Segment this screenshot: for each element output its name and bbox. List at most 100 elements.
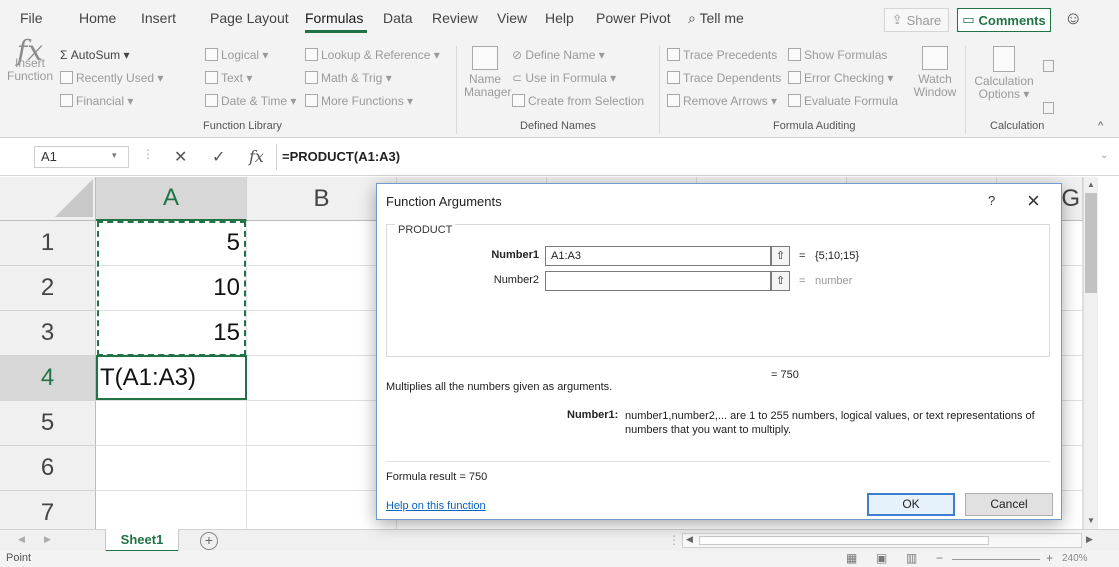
autosum-button[interactable]: Σ AutoSum ▾ bbox=[60, 48, 130, 62]
more-functions-button[interactable]: More Functions ▾ bbox=[305, 94, 413, 108]
cell-b4[interactable] bbox=[247, 356, 397, 401]
cell-a1[interactable]: 5 bbox=[96, 221, 247, 266]
trace-precedents-button[interactable]: Trace Precedents bbox=[667, 48, 777, 62]
define-name-button[interactable]: ⊘ Define Name ▾ bbox=[512, 48, 605, 62]
show-formulas-button[interactable]: Show Formulas bbox=[788, 48, 887, 62]
cell-a3[interactable]: 15 bbox=[96, 311, 247, 356]
expand-formula-bar-icon[interactable]: ⌄ bbox=[1100, 150, 1108, 161]
page-break-view-icon[interactable]: ▥ bbox=[906, 551, 917, 565]
page-layout-view-icon[interactable]: ▣ bbox=[876, 551, 887, 565]
financial-button[interactable]: Financial ▾ bbox=[60, 94, 133, 108]
cell-b1[interactable] bbox=[247, 221, 397, 266]
tell-me-box[interactable]: ⌕ Tell me bbox=[688, 10, 744, 27]
row-header-6[interactable]: 6 bbox=[0, 446, 96, 491]
sheet-tab-sheet1[interactable]: Sheet1 bbox=[106, 529, 178, 552]
arg2-collapse-icon[interactable]: ⇧ bbox=[771, 271, 790, 291]
date-time-button[interactable]: Date & Time ▾ bbox=[205, 94, 296, 108]
error-checking-button[interactable]: Error Checking ▾ bbox=[788, 71, 893, 85]
select-all-corner[interactable] bbox=[0, 177, 96, 221]
row-header-2[interactable]: 2 bbox=[0, 266, 96, 311]
lookup-reference-button[interactable]: Lookup & Reference ▾ bbox=[305, 48, 440, 62]
zoom-level[interactable]: 240% bbox=[1062, 553, 1088, 564]
scroll-down-icon[interactable]: ▼ bbox=[1087, 516, 1095, 525]
menu-data[interactable]: Data bbox=[383, 10, 413, 26]
cell-b5[interactable] bbox=[247, 401, 397, 446]
row-header-1[interactable]: 1 bbox=[0, 221, 96, 266]
menu-insert[interactable]: Insert bbox=[141, 10, 176, 26]
trace-dependents-button[interactable]: Trace Dependents bbox=[667, 71, 781, 85]
text-button[interactable]: Text ▾ bbox=[205, 71, 252, 85]
cell-a7[interactable] bbox=[96, 491, 247, 529]
evaluate-formula-button[interactable]: Evaluate Formula bbox=[788, 94, 898, 108]
menu-home[interactable]: Home bbox=[79, 10, 116, 26]
math-trig-button[interactable]: Math & Trig ▾ bbox=[305, 71, 392, 85]
share-button[interactable]: ⇪ Share bbox=[884, 8, 949, 32]
dialog-help-icon[interactable]: ? bbox=[988, 193, 995, 208]
create-from-selection-button[interactable]: Create from Selection bbox=[512, 94, 644, 108]
enter-check-icon[interactable]: ✓ bbox=[212, 147, 225, 167]
use-in-formula-button[interactable]: ⊂ Use in Formula ▾ bbox=[512, 71, 616, 85]
cell-a2[interactable]: 10 bbox=[96, 266, 247, 311]
formula-input[interactable]: =PRODUCT(A1:A3) bbox=[282, 146, 1092, 168]
scroll-up-icon[interactable]: ▲ bbox=[1087, 180, 1095, 189]
menu-review[interactable]: Review bbox=[432, 10, 478, 26]
cell-b3[interactable] bbox=[247, 311, 397, 356]
scroll-left-icon[interactable]: ◀ bbox=[686, 534, 693, 545]
prev-sheet-icon[interactable]: ◀ bbox=[18, 534, 25, 545]
comments-button[interactable]: ▭ Comments bbox=[957, 8, 1051, 32]
cell-b2[interactable] bbox=[247, 266, 397, 311]
tab-split-handle[interactable]: ⋮ bbox=[668, 533, 680, 547]
column-header-a[interactable]: A bbox=[96, 177, 247, 221]
menu-view[interactable]: View bbox=[497, 10, 527, 26]
insert-function-fx-icon[interactable]: fx bbox=[249, 147, 264, 166]
scroll-right-icon[interactable]: ▶ bbox=[1086, 534, 1093, 545]
menu-file[interactable]: File bbox=[20, 10, 43, 26]
cell-a6[interactable] bbox=[96, 446, 247, 491]
row-header-5[interactable]: 5 bbox=[0, 401, 96, 446]
horizontal-scrollbar[interactable]: ◀ bbox=[682, 533, 1082, 548]
cell-b6[interactable] bbox=[247, 446, 397, 491]
ok-button[interactable]: OK bbox=[867, 493, 955, 516]
remove-arrows-button[interactable]: Remove Arrows ▾ bbox=[667, 94, 777, 108]
name-manager-button[interactable]: Name Manager bbox=[464, 46, 511, 99]
vertical-scrollbar[interactable]: ▲ ▼ bbox=[1083, 177, 1098, 529]
next-sheet-icon[interactable]: ▶ bbox=[44, 534, 51, 545]
menu-power-pivot[interactable]: Power Pivot bbox=[596, 10, 671, 26]
vertical-scroll-thumb[interactable] bbox=[1085, 193, 1097, 293]
help-on-function-link[interactable]: Help on this function bbox=[386, 500, 486, 512]
menu-page-layout[interactable]: Page Layout bbox=[210, 10, 289, 26]
calculate-now-icon[interactable] bbox=[1043, 60, 1054, 72]
insert-function-button[interactable]: fx Insert Function bbox=[6, 37, 54, 83]
row-header-7[interactable]: 7 bbox=[0, 491, 96, 529]
watch-window-button[interactable]: Watch Window bbox=[911, 46, 959, 99]
arg2-input[interactable] bbox=[545, 271, 771, 291]
menu-formulas[interactable]: Formulas bbox=[305, 10, 363, 26]
row-header-3[interactable]: 3 bbox=[0, 311, 96, 356]
zoom-out-icon[interactable]: − bbox=[936, 551, 943, 565]
name-box-dropdown-icon[interactable]: ▾ bbox=[112, 150, 117, 161]
calculate-sheet-icon[interactable] bbox=[1043, 102, 1054, 114]
logical-button[interactable]: Logical ▾ bbox=[205, 48, 268, 62]
zoom-slider[interactable] bbox=[952, 559, 1040, 560]
arg1-input[interactable]: A1:A3 bbox=[545, 246, 771, 266]
cell-b7[interactable] bbox=[247, 491, 397, 529]
calculation-options-button[interactable]: Calculation Options ▾ bbox=[972, 46, 1036, 101]
menu-help[interactable]: Help bbox=[545, 10, 574, 26]
cell-a5[interactable] bbox=[96, 401, 247, 446]
cancel-button[interactable]: Cancel bbox=[965, 493, 1053, 516]
normal-view-icon[interactable]: ▦ bbox=[846, 551, 857, 565]
search-icon: ⌕ bbox=[688, 10, 696, 26]
dialog-close-icon[interactable]: × bbox=[1027, 188, 1040, 214]
zoom-in-icon[interactable]: + bbox=[1046, 551, 1053, 565]
recently-used-button[interactable]: Recently Used ▾ bbox=[60, 71, 163, 85]
feedback-smiley-icon[interactable]: ☺ bbox=[1064, 8, 1082, 29]
cancel-entry-icon[interactable]: ✕ bbox=[174, 147, 187, 167]
arg1-collapse-icon[interactable]: ⇧ bbox=[771, 246, 790, 266]
collapse-ribbon-icon[interactable]: ^ bbox=[1098, 120, 1103, 132]
horizontal-scroll-thumb[interactable] bbox=[699, 536, 989, 545]
group-separator bbox=[456, 46, 457, 134]
add-sheet-icon[interactable]: + bbox=[200, 532, 218, 550]
cell-a4[interactable]: T(A1:A3) bbox=[96, 356, 247, 401]
column-header-b[interactable]: B bbox=[247, 177, 397, 221]
row-header-4[interactable]: 4 bbox=[0, 356, 96, 401]
